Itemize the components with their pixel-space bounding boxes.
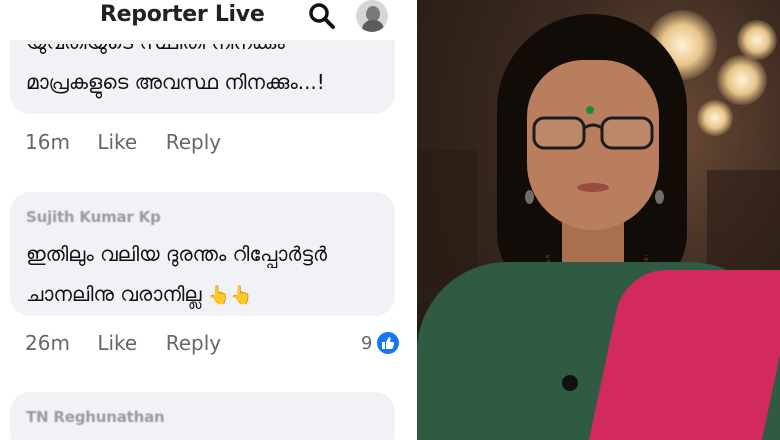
background-light [737, 20, 777, 60]
comment-author[interactable]: TN Reghunathan [26, 408, 165, 426]
earring [525, 190, 534, 204]
thumbs-up-icon [375, 330, 402, 356]
glasses-icon [532, 116, 654, 150]
like-button[interactable]: Like [97, 130, 159, 154]
reaction-summary[interactable]: 9 [361, 330, 402, 356]
comment-text: ഇതിലും വലിയ ദുരന്തം റിപ്പോർട്ടർ [26, 242, 328, 266]
portrait-photo [417, 0, 780, 440]
comment-text: ചാനലിനു വരാനില്ല 👆👆 [26, 274, 252, 316]
comment-author[interactable]: Sujith Kumar Kp [26, 208, 161, 226]
comment-time: 16m [25, 130, 70, 154]
lapel-microphone [562, 375, 578, 391]
page-title: Reporter Live [100, 2, 265, 27]
comment-actions: 26m Like Reply [25, 331, 221, 355]
comment-text-cut: യുവതിയുടെ സ്ഥിതി നിനക്കും [26, 44, 326, 56]
reaction-count: 9 [361, 332, 373, 354]
comment-actions: 16m Like Reply [25, 130, 221, 154]
pointing-up-emoji: 👆👆 [207, 285, 253, 306]
comment-text: മാപ്രകളുടെ അവസ്ഥ നിനക്കും...! [26, 70, 325, 94]
reply-button[interactable]: Reply [166, 130, 221, 154]
lips [577, 183, 609, 192]
background-light [697, 100, 733, 136]
reply-button[interactable]: Reply [166, 331, 221, 355]
like-button[interactable]: Like [97, 331, 159, 355]
background-shelf [707, 170, 780, 280]
comments-panel: Reporter Live യുവതിയുടെ സ്ഥിതി നിനക്കും … [0, 0, 413, 440]
search-icon[interactable] [308, 2, 336, 30]
comment-bubble: യുവതിയുടെ സ്ഥിതി നിനക്കും മാപ്രകളുടെ അവസ… [10, 40, 395, 114]
earring [655, 190, 664, 204]
background-light [717, 55, 767, 105]
profile-avatar[interactable] [356, 0, 388, 32]
comment-time: 26m [25, 331, 70, 355]
comment-bubble: TN Reghunathan [10, 392, 395, 440]
page-header: Reporter Live [0, 0, 413, 34]
comment-bubble: Sujith Kumar Kp ഇതിലും വലിയ ദുരന്തം റിപ്… [10, 192, 395, 316]
background-shelf [417, 150, 477, 290]
